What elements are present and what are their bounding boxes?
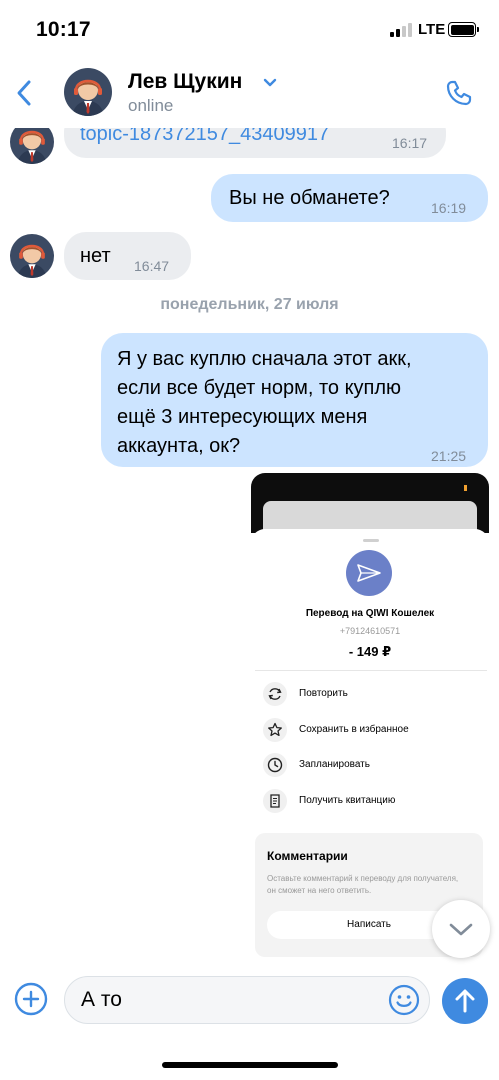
transfer-title: Перевод на QIWI Кошелек <box>305 608 435 619</box>
avatar[interactable] <box>64 68 112 116</box>
phone-icon <box>446 80 472 106</box>
chevron-down-icon <box>449 923 473 936</box>
clock-icon <box>263 753 287 777</box>
comments-description: Оставьте комментарий к переводу для полу… <box>267 874 459 895</box>
battery-icon <box>448 22 479 37</box>
divider <box>255 670 487 671</box>
status-bar: 10:17 LTE <box>0 0 499 58</box>
message-bubble[interactable]: Вы не обманете? 16:19 <box>211 174 488 222</box>
photo-attachment[interactable]: Перевод на QIWI Кошелек +79124610571 - 1… <box>251 473 489 966</box>
message-time: 21:25 <box>431 448 467 464</box>
chevron-left-icon <box>17 80 31 106</box>
status-time: 10:17 <box>36 18 91 41</box>
message-text: Я у вас куплю сначала этот акк, если все… <box>117 345 477 461</box>
avatar[interactable] <box>10 234 54 278</box>
plus-circle-icon <box>14 982 48 1016</box>
message-line: ещё 3 интересующих меня <box>117 406 368 428</box>
chat-header: Лев Щукин online <box>0 58 499 128</box>
send-button[interactable] <box>442 978 488 1024</box>
action-favorite: Сохранить в избранное <box>263 718 483 742</box>
paper-plane-icon <box>346 550 392 596</box>
scroll-down-button[interactable] <box>432 900 490 958</box>
attach-button[interactable] <box>14 982 48 1016</box>
action-label: Повторить <box>299 688 348 699</box>
action-label: Запланировать <box>299 759 370 770</box>
emoji-button[interactable] <box>387 983 421 1017</box>
message-composer: А то <box>0 966 499 1038</box>
signal-icon <box>390 23 412 37</box>
message-input[interactable]: А то <box>64 976 430 1024</box>
action-receipt: Получить квитанцию <box>263 789 483 813</box>
home-indicator[interactable] <box>162 1062 338 1068</box>
sheet-handle <box>363 539 379 542</box>
refresh-icon <box>263 682 287 706</box>
message-bubble[interactable]: Я у вас куплю сначала этот акк, если все… <box>101 333 488 467</box>
comments-title: Комментарии <box>267 849 348 863</box>
transfer-amount: - 149 ₽ <box>348 644 392 659</box>
message-time: 16:17 <box>392 135 428 151</box>
message-line: если все будет норм, то куплю <box>117 377 402 399</box>
message-text: нет <box>80 245 111 267</box>
contact-name[interactable]: Лев Щукин <box>128 70 242 94</box>
message-text: Вы не обманете? <box>229 187 390 209</box>
back-button[interactable] <box>12 78 40 108</box>
network-label: LTE <box>418 21 446 38</box>
message-time: 16:19 <box>431 200 467 216</box>
action-schedule: Запланировать <box>263 753 483 777</box>
receipt-icon <box>263 789 287 813</box>
contact-status: online <box>128 96 174 115</box>
call-button[interactable] <box>444 78 474 108</box>
message-bubble[interactable]: нет 16:47 <box>64 232 191 280</box>
arrow-up-icon <box>455 989 475 1013</box>
message-time: 16:47 <box>134 258 170 274</box>
chevron-down-icon[interactable] <box>262 76 278 88</box>
star-icon <box>263 718 287 742</box>
user-avatar-icon <box>64 68 112 116</box>
transfer-phone: +79124610571 <box>339 626 401 636</box>
photo-top-area <box>251 473 489 541</box>
action-label: Получить квитанцию <box>299 795 396 806</box>
message-list[interactable]: topic-187372157_43409917 16:17 Вы не обм… <box>0 118 499 966</box>
action-label: Сохранить в избранное <box>299 724 409 735</box>
smiley-icon <box>388 984 420 1016</box>
date-separator: понедельник, 27 июля <box>160 296 339 313</box>
action-repeat: Повторить <box>263 682 483 706</box>
message-input-value[interactable]: А то <box>81 988 122 1012</box>
message-line: аккаунта, ок? <box>117 435 241 457</box>
user-avatar-icon <box>10 234 54 278</box>
message-line: Я у вас куплю сначала этот акк, <box>117 348 412 370</box>
